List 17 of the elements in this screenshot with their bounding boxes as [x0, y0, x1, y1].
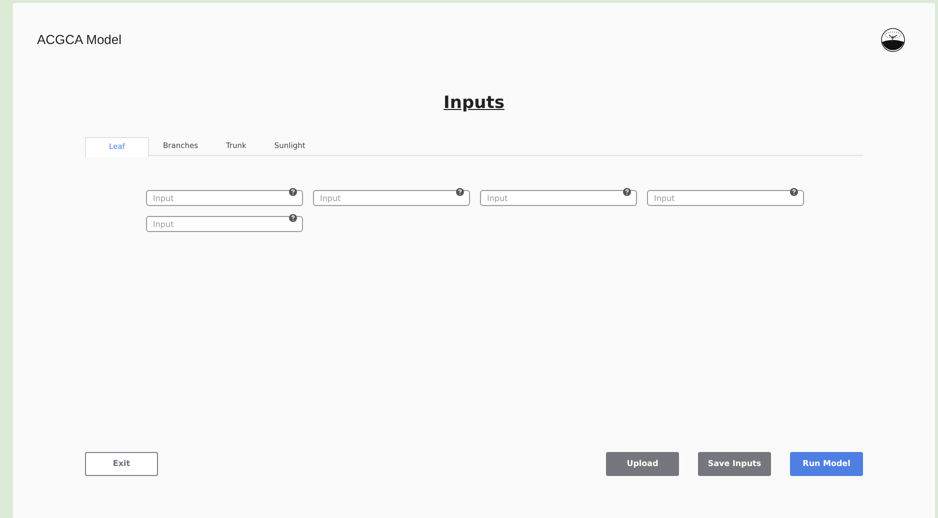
input-field[interactable]: Input: [146, 190, 303, 206]
help-icon[interactable]: [456, 188, 464, 196]
action-button[interactable]: Upload: [606, 452, 679, 476]
help-icon[interactable]: [289, 214, 297, 222]
input-field[interactable]: Input: [146, 216, 303, 232]
input-field[interactable]: Input: [480, 190, 637, 206]
page-heading: Inputs: [444, 92, 504, 115]
app-title: ACGCA Model: [37, 31, 122, 50]
action-button[interactable]: Exit: [85, 452, 158, 476]
run-button[interactable]: Run Model: [790, 452, 863, 476]
input-field[interactable]: Input: [313, 190, 470, 206]
help-icon[interactable]: [623, 188, 631, 196]
action-button[interactable]: Save Inputs: [698, 452, 771, 476]
tree-logo-icon: [881, 28, 905, 52]
input-field[interactable]: Input: [647, 190, 804, 206]
help-icon[interactable]: [289, 188, 297, 196]
help-icon[interactable]: [790, 188, 798, 196]
